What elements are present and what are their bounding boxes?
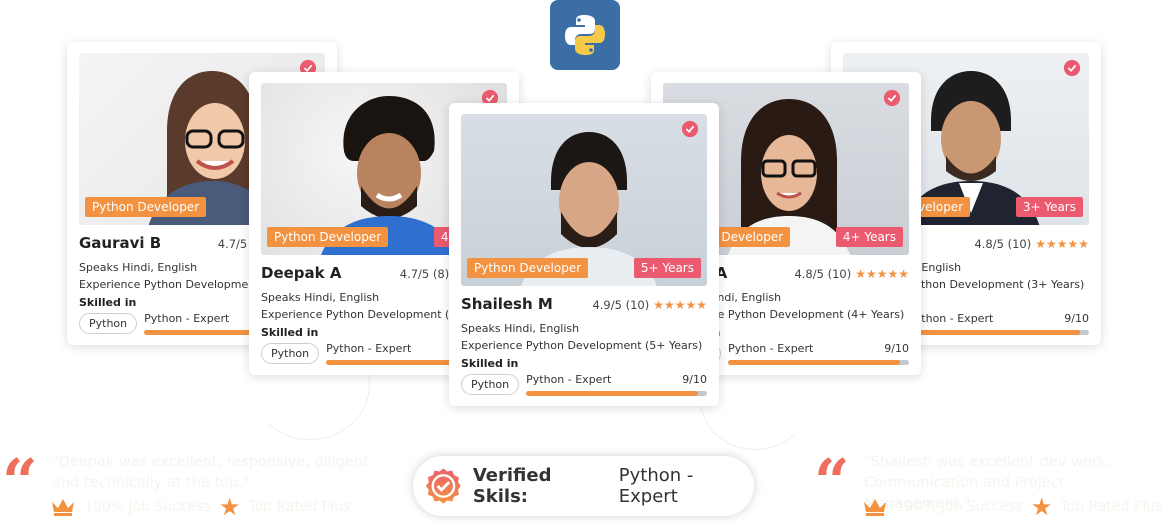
skill-progress-track [728,360,909,365]
top-rated: Top Rated Plus [248,499,351,515]
verified-label: Verified Skils: [472,465,552,507]
top-rated: Top Rated Plus [1060,499,1163,515]
skill-progress-track [908,330,1089,335]
job-success: 100% Job Success [84,499,211,515]
python-logo [550,0,620,70]
testimonial-text: "Deepak was excellent, responsive, dilig… [52,454,369,491]
rating-value: 4.8/5 (10) [794,267,852,281]
verified-seal-icon [425,468,461,504]
skill-score: 9/10 [884,342,909,355]
developer-card[interactable]: Python Developer 5+ Years Shailesh M 4.9… [449,103,719,406]
star-icon: ★ [1030,493,1053,521]
developer-name: Deepak A [261,264,342,282]
skill-progress-fill [728,360,900,365]
skill-tag[interactable]: Python [461,374,520,395]
verified-badge-icon [681,120,699,138]
skill-level: Python - Expert [144,312,230,325]
crown-icon [864,499,886,516]
skilled-label: Skilled in [461,357,519,370]
languages: Speaks Hindi, English [461,322,580,335]
verified-badge-icon [1063,59,1081,77]
python-logo-icon [565,15,605,55]
rating-stars-icon: ★★★★★ [1035,237,1089,251]
rating: 4.9/5 (10) ★★★★★ [592,298,707,312]
role-badge: Python Developer [267,227,389,247]
skill-level: Python - Expert [326,342,412,355]
skill-tag[interactable]: Python [79,313,138,334]
verified-skills-badge: Verified Skils: Python - Expert [413,456,754,516]
quote-mark-icon: “ [814,445,850,518]
verified-value: Python - Expert [618,465,694,507]
years-badge: 4+ Years [835,227,903,247]
skill-level: Python - Expert [526,373,612,386]
rating-value: 4.9/5 (10) [592,298,650,312]
job-success: 100% Job Success [896,499,1023,515]
skill-meter: Python - Expert 9/10 [526,373,707,396]
skill-progress-fill [908,330,1080,335]
testimonial-meta: 100% Job Success ★ Top Rated Plus [50,493,351,521]
skill-progress-track [526,391,707,396]
rating: 4.8/5 (10) ★★★★★ [794,267,909,281]
developer-photo: Python Developer 5+ Years [461,114,707,286]
role-badge: Python Developer [467,258,589,278]
role-badge: Python Developer [85,197,207,217]
years-badge: 5+ Years [633,258,701,278]
rating: 4.8/5 (10) ★★★★★ [974,237,1089,251]
skill-tag[interactable]: Python [261,343,320,364]
testimonial-meta: 100% Job Success ★ Top Rated Plus [862,493,1163,521]
experience: Experience Python Development (5+ Years) [461,339,703,352]
skill-progress-fill [526,391,698,396]
verified-badge-icon [883,89,901,107]
crown-icon [52,499,74,516]
rating-value: 4.7/5 (8) [399,267,450,281]
developer-name: Shailesh M [461,295,553,313]
skill-meter: Python - Expert 9/10 [728,342,909,365]
skill-score: 9/10 [1064,312,1089,325]
skill-level: Python - Expert [728,342,814,355]
rating-stars-icon: ★★★★★ [653,298,707,312]
developer-name: Gauravi B [79,234,162,252]
skill-meter: Python - Expert9/10 [908,312,1089,335]
star-icon: ★ [218,493,241,521]
rating-value: 4.8/5 (10) [974,237,1032,251]
rating-stars-icon: ★★★★★ [855,267,909,281]
years-badge: 3+ Years [1015,197,1083,217]
quote-mark-icon: “ [2,445,38,518]
skill-score: 9/10 [682,373,707,386]
